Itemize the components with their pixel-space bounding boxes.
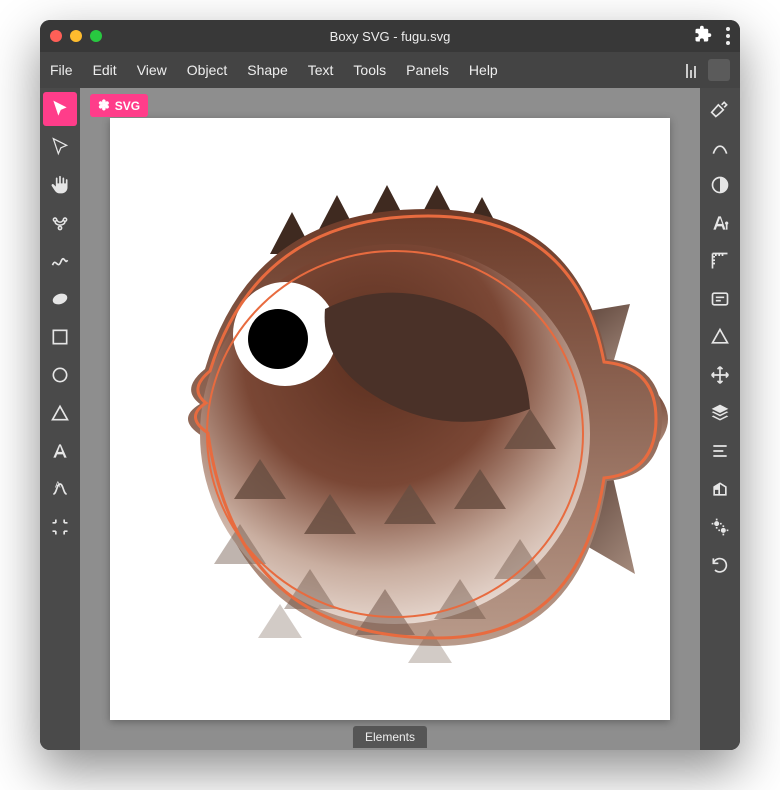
minimize-button[interactable] (70, 30, 82, 42)
direct-select-tool[interactable] (43, 130, 77, 164)
more-menu-icon[interactable] (726, 27, 730, 45)
menu-help[interactable]: Help (469, 62, 498, 78)
artboard[interactable] (110, 118, 670, 720)
traffic-lights (50, 30, 102, 42)
arrange-panel[interactable] (703, 358, 737, 392)
edit-points-tool[interactable] (43, 206, 77, 240)
align-panel[interactable] (703, 434, 737, 468)
menu-panels[interactable]: Panels (406, 62, 449, 78)
controls-icon[interactable] (686, 62, 696, 78)
svg-text:A: A (55, 479, 61, 489)
menu-file[interactable]: File (50, 62, 73, 78)
menubar: File Edit View Object Shape Text Tools P… (40, 52, 740, 88)
menu-shape[interactable]: Shape (247, 62, 287, 78)
canvas-wrap: SVG (80, 88, 700, 750)
elements-tab[interactable]: Elements (353, 726, 427, 748)
typography-panel[interactable] (703, 206, 737, 240)
library-panel[interactable] (703, 472, 737, 506)
text-path-tool[interactable]: A (43, 472, 77, 506)
view-tool[interactable] (43, 510, 77, 544)
titlebar: Boxy SVG - fugu.svg (40, 20, 740, 52)
blob-tool[interactable] (43, 282, 77, 316)
left-toolbar: A (40, 88, 80, 750)
color-swatch[interactable] (708, 59, 730, 81)
settings-panel[interactable] (703, 510, 737, 544)
shape-panel[interactable] (703, 320, 737, 354)
window-title: Boxy SVG - fugu.svg (40, 29, 740, 44)
menubar-right (686, 59, 730, 81)
menu-text[interactable]: Text (308, 62, 334, 78)
stroke-panel[interactable] (703, 130, 737, 164)
main-area: A SVG (40, 88, 740, 750)
menu-tools[interactable]: Tools (353, 62, 386, 78)
meta-panel[interactable] (703, 282, 737, 316)
layers-panel[interactable] (703, 396, 737, 430)
history-panel[interactable] (703, 548, 737, 582)
fill-panel[interactable] (703, 92, 737, 126)
canvas-badge-label: SVG (115, 99, 140, 113)
canvas-outer[interactable] (80, 88, 700, 750)
menus: File Edit View Object Shape Text Tools P… (50, 62, 498, 78)
fugu-illustration[interactable] (110, 118, 670, 720)
rectangle-tool[interactable] (43, 320, 77, 354)
elements-tab-label: Elements (365, 730, 415, 744)
canvas-badge[interactable]: SVG (90, 94, 148, 117)
titlebar-right (694, 25, 730, 48)
freehand-tool[interactable] (43, 244, 77, 278)
text-tool[interactable] (43, 434, 77, 468)
maximize-button[interactable] (90, 30, 102, 42)
menu-object[interactable]: Object (187, 62, 227, 78)
extension-icon[interactable] (694, 25, 712, 48)
right-toolbar (700, 88, 740, 750)
compositing-panel[interactable] (703, 168, 737, 202)
menu-edit[interactable]: Edit (93, 62, 117, 78)
geometry-panel[interactable] (703, 244, 737, 278)
menu-view[interactable]: View (137, 62, 167, 78)
close-button[interactable] (50, 30, 62, 42)
pan-tool[interactable] (43, 168, 77, 202)
app-window: Boxy SVG - fugu.svg File Edit View Objec… (40, 20, 740, 750)
triangle-tool[interactable] (43, 396, 77, 430)
select-tool[interactable] (43, 92, 77, 126)
ellipse-tool[interactable] (43, 358, 77, 392)
